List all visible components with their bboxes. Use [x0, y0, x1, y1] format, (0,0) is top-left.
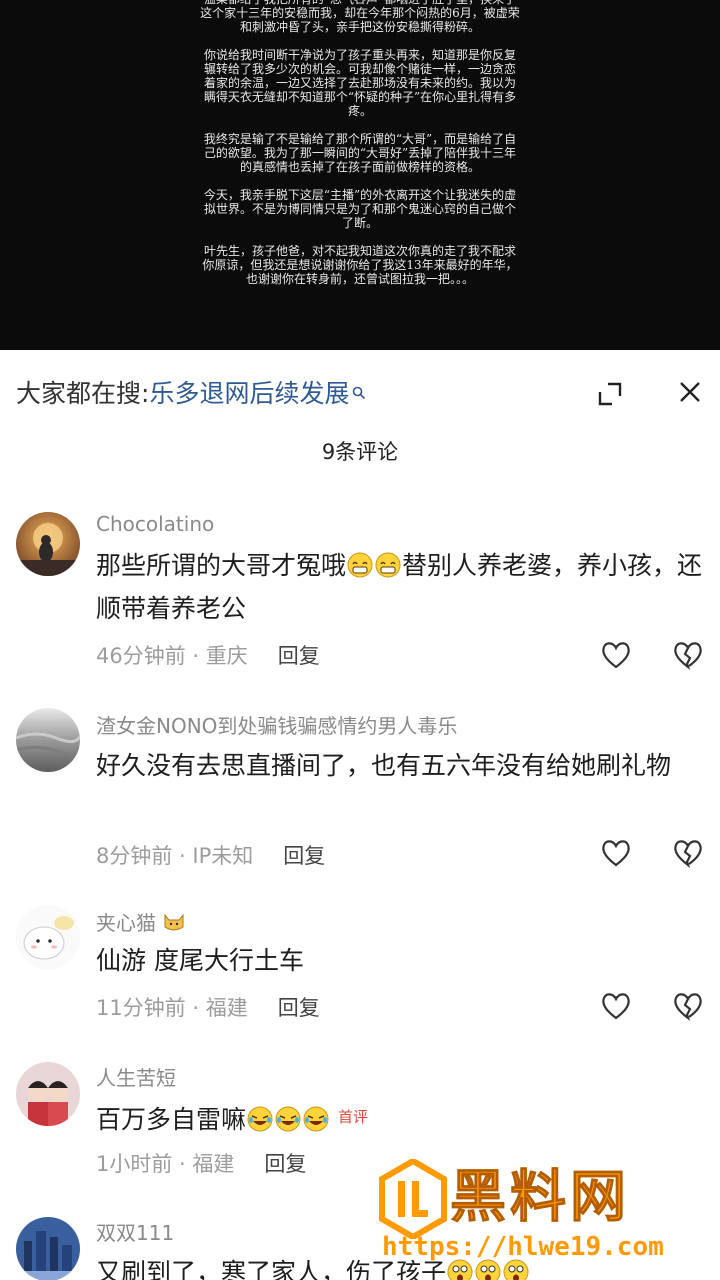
meta-separator: ·	[172, 844, 193, 868]
cat-emoji-icon	[162, 911, 186, 933]
broken-heart-icon	[674, 642, 702, 670]
search-icon	[352, 377, 366, 400]
heart-icon	[602, 642, 630, 669]
heart-icon	[602, 840, 630, 867]
username[interactable]: 双双111	[96, 1217, 174, 1246]
dislike-button[interactable]	[672, 838, 704, 868]
comment-time: 1小时前	[96, 1152, 173, 1176]
comment-meta: 8分钟前 · IP未知 回复	[96, 840, 325, 870]
avatar[interactable]	[16, 708, 80, 772]
meta-separator: ·	[185, 996, 206, 1020]
comment-text: 好久没有去思直播间了，也有五六年没有给她刷礼物	[96, 751, 672, 780]
caption-paragraph: 叶先生，孩子他爸，对不起我知道这次你真的走了我不配求你原谅，但我还是想说谢谢你给…	[202, 244, 518, 286]
heart-icon	[602, 993, 630, 1020]
username[interactable]: Chocolatino	[96, 512, 214, 536]
like-button[interactable]	[600, 640, 632, 670]
username[interactable]: 渣女金NONO到处骗钱骗感情约男人毒乐	[96, 710, 457, 739]
comment-location: 福建	[192, 1152, 235, 1176]
dislike-button[interactable]	[672, 640, 704, 670]
search-suggestion[interactable]: 大家都在搜: 乐多退网后续发展	[16, 372, 366, 412]
comment-text: 那些所谓的大哥才冤哦 替别人养老婆，养小孩，还顺带着养老公	[96, 544, 704, 630]
grin-emoji-icon	[375, 548, 401, 578]
username[interactable]: 人生苦短	[96, 1062, 176, 1091]
broken-heart-icon	[674, 993, 702, 1021]
watermark-title: 黑料网	[450, 1165, 630, 1231]
expand-button[interactable]	[596, 380, 624, 408]
grin-emoji-icon	[347, 548, 373, 578]
expand-icon	[598, 382, 622, 406]
comment-time: 11分钟前	[96, 996, 186, 1020]
username[interactable]: 夹心猫	[96, 907, 186, 936]
close-icon	[680, 382, 700, 402]
video-caption: 温柔都给了我把所有的“怨气吞声”都咽进了肚子里，换来了这个家十三年的安稳而我，却…	[200, 0, 520, 300]
reply-button[interactable]: 回复	[264, 1152, 306, 1176]
laugh-cry-emoji-icon	[303, 1102, 329, 1132]
username-text: 夹心猫	[96, 911, 156, 935]
first-comment-badge: 首评	[338, 1108, 369, 1126]
avatar[interactable]	[16, 905, 80, 969]
search-query-link[interactable]: 乐多退网后续发展	[149, 374, 349, 410]
comment-location: 福建	[205, 996, 248, 1020]
comment-text-part: 百万多自雷嘛	[96, 1105, 247, 1134]
avatar[interactable]	[16, 1062, 80, 1126]
like-button[interactable]	[600, 838, 632, 868]
comment-text: 百万多自雷嘛 首评	[96, 1096, 704, 1141]
avatar[interactable]	[16, 1217, 80, 1280]
search-prefix: 大家都在搜:	[16, 379, 150, 408]
reply-button[interactable]: 回复	[278, 996, 320, 1020]
reply-button[interactable]: 回复	[283, 844, 325, 868]
like-button[interactable]	[600, 991, 632, 1021]
laugh-cry-emoji-icon	[275, 1102, 301, 1132]
comment-count: 9条评论	[321, 440, 399, 464]
caption-paragraph: 你说给我时间断干净说为了孩子重头再来，知道那是你反复辗转给了我多少次的机会。可我…	[203, 48, 517, 118]
comments-sheet: 大家都在搜: 乐多退网后续发展 9条评论 Chocolatino 那些所谓的大哥…	[0, 350, 720, 1280]
video-player[interactable]: 温柔都给了我把所有的“怨气吞声”都咽进了肚子里，换来了这个家十三年的安稳而我，却…	[0, 0, 720, 350]
laugh-cry-emoji-icon	[247, 1102, 273, 1132]
reply-button[interactable]: 回复	[278, 644, 320, 668]
comment-location: 重庆	[205, 644, 248, 668]
caption-paragraph: 我终究是输了不是输给了那个所谓的“大哥”，而是输给了自己的欲望。我为了那一瞬间的…	[203, 132, 517, 174]
avatar[interactable]	[16, 512, 80, 576]
meta-separator: ·	[185, 644, 206, 668]
comment-meta: 11分钟前 · 福建 回复	[96, 992, 320, 1022]
comment-time: 8分钟前	[96, 844, 173, 868]
comment-text-part: 那些所谓的大哥才冤哦	[96, 551, 347, 580]
broken-heart-icon	[674, 840, 702, 868]
comment-location: IP未知	[192, 844, 254, 868]
caption-paragraph: 温柔都给了我把所有的“怨气吞声”都咽进了肚子里，换来了这个家十三年的安稳而我，却…	[200, 0, 520, 34]
close-button[interactable]	[676, 378, 704, 406]
comment-meta: 46分钟前 · 重庆 回复	[96, 640, 320, 670]
caption-paragraph: 今天，我亲手脱下这层“主播”的外衣离开这个让我迷失的虚拟世界。不是为博同情只是为…	[203, 188, 517, 230]
comment-time: 46分钟前	[96, 644, 186, 668]
dislike-button[interactable]	[672, 991, 704, 1021]
meta-separator: ·	[172, 1152, 193, 1176]
comment-meta: 1小时前 · 福建 回复	[96, 1148, 306, 1178]
watermark-url: https://hlwe19.com	[382, 1232, 664, 1262]
comment-text: 仙游 度尾大行土车	[96, 946, 304, 975]
